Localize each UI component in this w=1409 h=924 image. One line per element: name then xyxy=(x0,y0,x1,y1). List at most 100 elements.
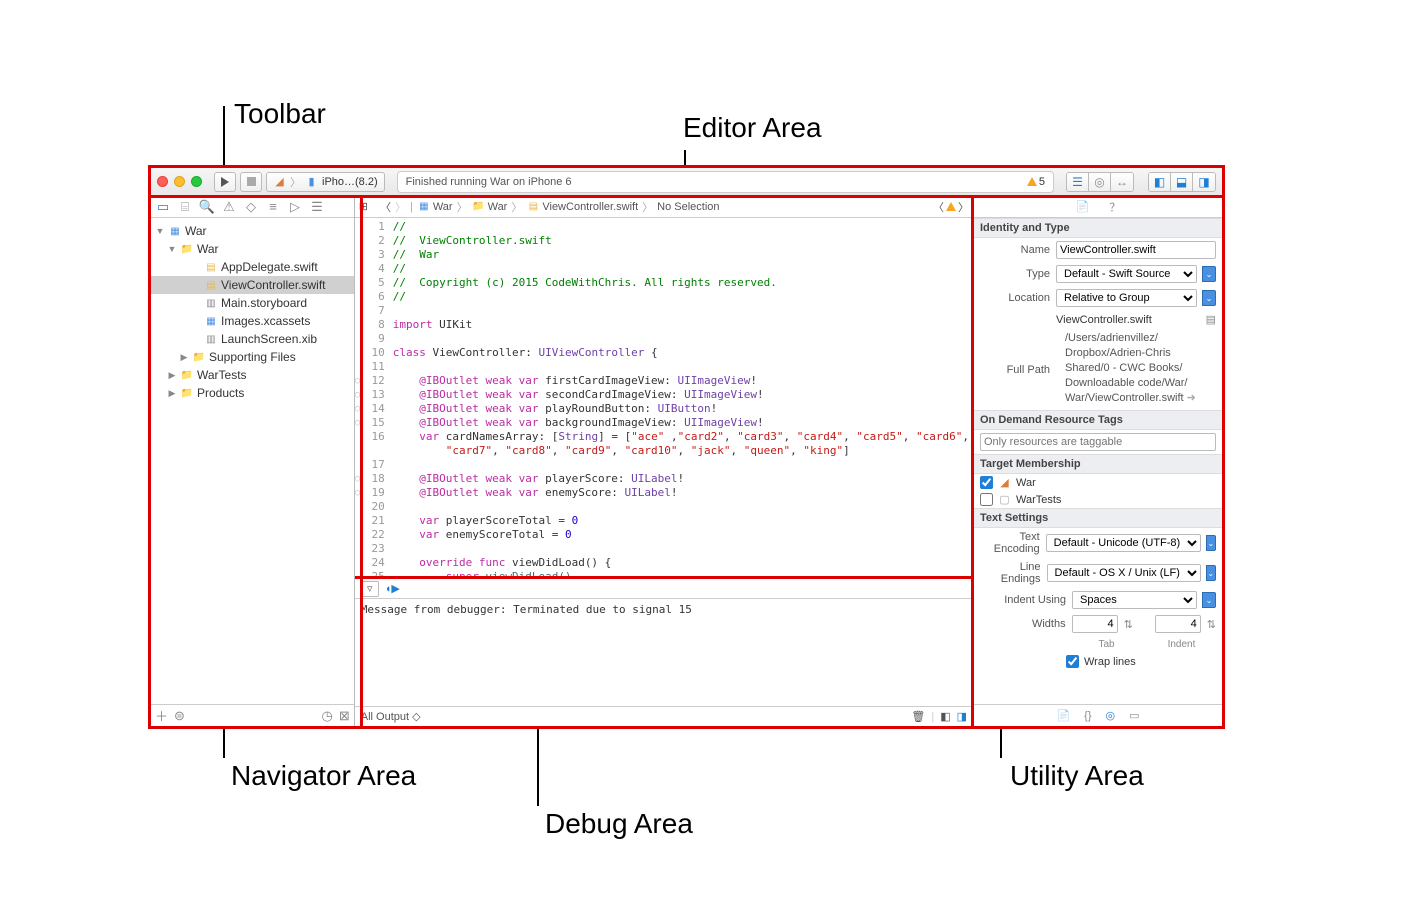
wrap-lines-label: Wrap lines xyxy=(1084,656,1136,668)
tree-group[interactable]: ▶📁Products xyxy=(151,384,354,402)
wrap-lines-checkbox[interactable] xyxy=(1066,655,1079,668)
filter-icon[interactable]: ⊜ xyxy=(174,708,185,724)
hide-debug-button[interactable]: ▿ xyxy=(361,581,379,597)
quick-help-icon[interactable]: ？ xyxy=(1109,199,1120,215)
traffic-lights xyxy=(157,176,202,187)
warning-icon[interactable] xyxy=(946,202,956,211)
left-panel-icon[interactable]: ◧ xyxy=(1149,173,1171,191)
section-target: Target Membership xyxy=(974,454,1222,474)
test-nav-icon[interactable]: ◇ xyxy=(243,199,259,215)
line-endings-select[interactable]: Default - OS X / Unix (LF) xyxy=(1047,564,1201,582)
indent-using-label: Indent Using xyxy=(980,594,1066,606)
right-panel-icon[interactable]: ◨ xyxy=(1193,173,1215,191)
fullpath-label: Full Path xyxy=(980,364,1050,376)
section-identity: Identity and Type xyxy=(974,218,1222,238)
issue-nav-icon[interactable]: ⚠ xyxy=(221,199,237,215)
line-gutter[interactable]: 12345678910111213141516 1718192021222324… xyxy=(355,218,389,576)
folder-icon: 📁 xyxy=(192,350,206,364)
code-snippet-icon[interactable]: {} xyxy=(1084,710,1091,722)
symbol-nav-icon[interactable]: ⌸ xyxy=(177,199,193,215)
next-issue-icon[interactable]: 〉 xyxy=(958,199,969,215)
run-button[interactable] xyxy=(214,172,236,192)
storyboard-icon: ▥ xyxy=(204,296,218,310)
file-inspector-icon[interactable]: 📄 xyxy=(1076,200,1090,213)
prev-issue-icon[interactable]: 〈 xyxy=(933,199,944,215)
indent-using-select[interactable]: Spaces xyxy=(1072,591,1197,609)
project-nav-icon[interactable]: ▭ xyxy=(155,199,171,215)
tree-file[interactable]: ▦Images.xcassets xyxy=(151,312,354,330)
forward-icon[interactable]: 〉 xyxy=(395,199,406,215)
stepper-icon[interactable]: ⇅ xyxy=(1207,618,1216,631)
console-output[interactable]: Message from debugger: Terminated due to… xyxy=(355,599,973,706)
zoom-window-icon[interactable] xyxy=(191,176,202,187)
debug-footer: All Output ◇ 🗑 | ◧ ◨ xyxy=(355,706,973,726)
version-editor-icon[interactable]: ↔ xyxy=(1111,173,1133,191)
folder-icon: 📁 xyxy=(180,386,194,400)
jump-bar[interactable]: ⊞ 〈 〉 | ▦War 〉 📁War 〉 ▤ViewController.sw… xyxy=(355,196,973,218)
console-view-icon[interactable]: ◨ xyxy=(957,710,967,723)
tree-project-root[interactable]: ▼▦War xyxy=(151,222,354,240)
minimize-window-icon[interactable] xyxy=(174,176,185,187)
tree-group[interactable]: ▶📁WarTests xyxy=(151,366,354,384)
back-icon[interactable]: 〈 xyxy=(380,199,391,215)
target-war-checkbox[interactable] xyxy=(980,476,993,489)
stop-button[interactable] xyxy=(240,172,262,192)
inspector-tabs[interactable]: 📄 ？ xyxy=(974,196,1222,218)
find-nav-icon[interactable]: 🔍 xyxy=(199,199,215,215)
widths-label: Widths xyxy=(980,618,1066,630)
crumb-no-selection[interactable]: No Selection xyxy=(657,201,719,213)
callout-editor: Editor Area xyxy=(683,112,822,144)
source-editor[interactable]: 12345678910111213141516 1718192021222324… xyxy=(355,218,973,576)
folder-picker-icon[interactable]: ▤ xyxy=(1206,313,1216,326)
breakpoint-toggle-icon[interactable]: ◖▶ xyxy=(385,582,400,595)
assistant-editor-icon[interactable]: ◎ xyxy=(1089,173,1111,191)
library-tabs[interactable]: 📄 {} ◎ ▭ xyxy=(974,704,1222,726)
target-wartests-checkbox[interactable] xyxy=(980,493,993,506)
breadcrumb[interactable]: 📁War xyxy=(472,200,508,214)
add-icon[interactable]: ＋ xyxy=(155,706,168,725)
media-library-icon[interactable]: ▭ xyxy=(1129,709,1139,722)
standard-editor-icon[interactable]: ☰ xyxy=(1067,173,1089,191)
object-library-icon[interactable]: ◎ xyxy=(1106,709,1116,722)
tree-file[interactable]: ▥LaunchScreen.xib xyxy=(151,330,354,348)
tree-group[interactable]: ▼📁War xyxy=(151,240,354,258)
name-field[interactable] xyxy=(1056,241,1216,259)
indent-width-field[interactable] xyxy=(1155,615,1201,633)
panel-toggle-segment[interactable]: ◧ ⬓ ◨ xyxy=(1148,172,1216,192)
bundle-icon: ▢ xyxy=(998,493,1011,506)
project-tree[interactable]: ▼▦War ▼📁War ▤AppDelegate.swift ▤ViewCont… xyxy=(151,218,354,704)
swift-file-icon: ▤ xyxy=(204,260,218,274)
tree-file[interactable]: ▥Main.storyboard xyxy=(151,294,354,312)
breadcrumb[interactable]: ▦War xyxy=(417,200,453,214)
tree-group[interactable]: ▶📁Supporting Files xyxy=(151,348,354,366)
warning-indicator[interactable]: 5 xyxy=(1027,176,1045,188)
breadcrumb[interactable]: ▤ViewController.swift xyxy=(526,200,638,214)
tree-file[interactable]: ▤AppDelegate.swift xyxy=(151,258,354,276)
location-select[interactable]: Relative to Group xyxy=(1056,289,1197,307)
xcode-window: ◢ 〉 ▮ iPho…(8.2) Finished running War on… xyxy=(148,165,1225,729)
output-filter[interactable]: All Output ◇ xyxy=(361,710,421,723)
variables-view-icon[interactable]: ◧ xyxy=(940,710,950,723)
stepper-icon[interactable]: ⇅ xyxy=(1124,618,1133,631)
code-area[interactable]: // // ViewController.swift // War // // … xyxy=(389,218,973,576)
file-template-icon[interactable]: 📄 xyxy=(1056,709,1070,722)
reveal-icon[interactable]: ➜ xyxy=(1187,392,1196,404)
editor-mode-segment[interactable]: ☰ ◎ ↔ xyxy=(1066,172,1134,192)
scheme-selector[interactable]: ◢ 〉 ▮ iPho…(8.2) xyxy=(266,172,385,192)
scm-icon[interactable]: ⊠ xyxy=(339,708,350,724)
encoding-select[interactable]: Default - Unicode (UTF-8) xyxy=(1046,534,1201,552)
project-icon: ▦ xyxy=(168,224,182,238)
report-nav-icon[interactable]: ☰ xyxy=(309,199,325,215)
type-select[interactable]: Default - Swift Source xyxy=(1056,265,1197,283)
navigator-tabs[interactable]: ▭ ⌸ 🔍 ⚠ ◇ ≡ ▷ ☰ xyxy=(151,196,354,218)
select-arrow-icon: ⌄ xyxy=(1202,266,1216,282)
close-window-icon[interactable] xyxy=(157,176,168,187)
clear-console-icon[interactable]: 🗑 xyxy=(911,710,925,723)
tab-sublabel: Tab xyxy=(1072,639,1141,650)
debug-nav-icon[interactable]: ≡ xyxy=(265,199,281,215)
tab-width-field[interactable] xyxy=(1072,615,1118,633)
bottom-panel-icon[interactable]: ⬓ xyxy=(1171,173,1193,191)
recent-icon[interactable]: ◷ xyxy=(322,708,333,724)
tree-file-selected[interactable]: ▤ViewController.swift xyxy=(151,276,354,294)
breakpoint-nav-icon[interactable]: ▷ xyxy=(287,199,303,215)
